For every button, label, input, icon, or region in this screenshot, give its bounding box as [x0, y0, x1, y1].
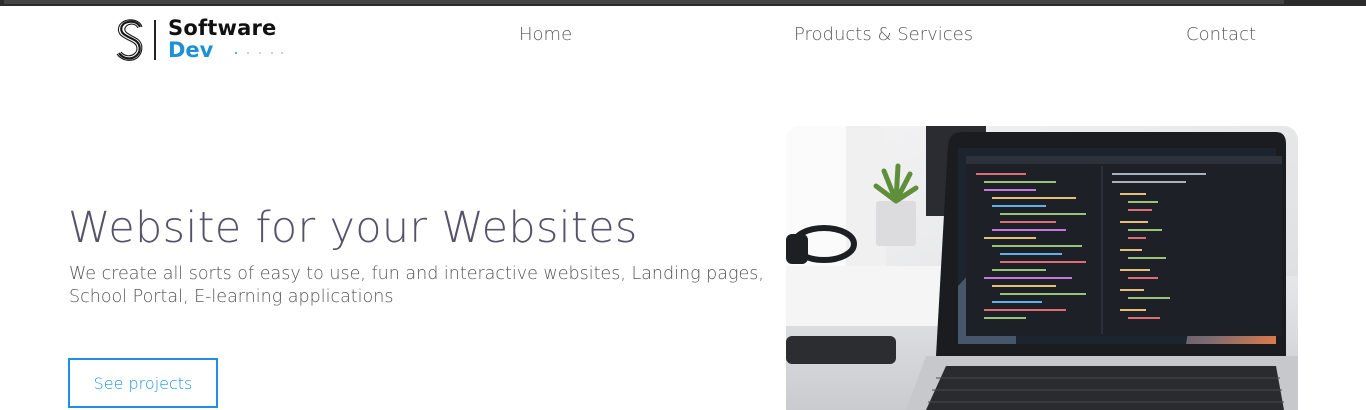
browser-top-edge: [0, 0, 1366, 6]
hero-image-laptop-code: [786, 126, 1298, 410]
hero-subtitle: We create all sorts of easy to use, fun …: [69, 264, 764, 307]
nav-products-services-link[interactable]: Products & Services: [794, 24, 973, 45]
brand-name-line1: Software: [168, 16, 277, 40]
hero-title: Website for your Websites: [68, 203, 638, 253]
scroll-edge: [4, 0, 1284, 4]
logo-divider: [154, 20, 156, 60]
brand-logo[interactable]: Software Dev: [116, 16, 286, 64]
page: Software Dev Home Products & Services Co…: [0, 0, 1366, 410]
s-monogram-icon: [116, 19, 143, 61]
logo-dots-decoration: [235, 52, 283, 54]
see-projects-button[interactable]: See projects: [68, 358, 218, 408]
laptop-code-photo-icon: [786, 126, 1298, 410]
nav-contact-link[interactable]: Contact: [1186, 24, 1256, 45]
brand-name-line2: Dev: [168, 38, 214, 62]
nav-home-link[interactable]: Home: [519, 24, 572, 45]
